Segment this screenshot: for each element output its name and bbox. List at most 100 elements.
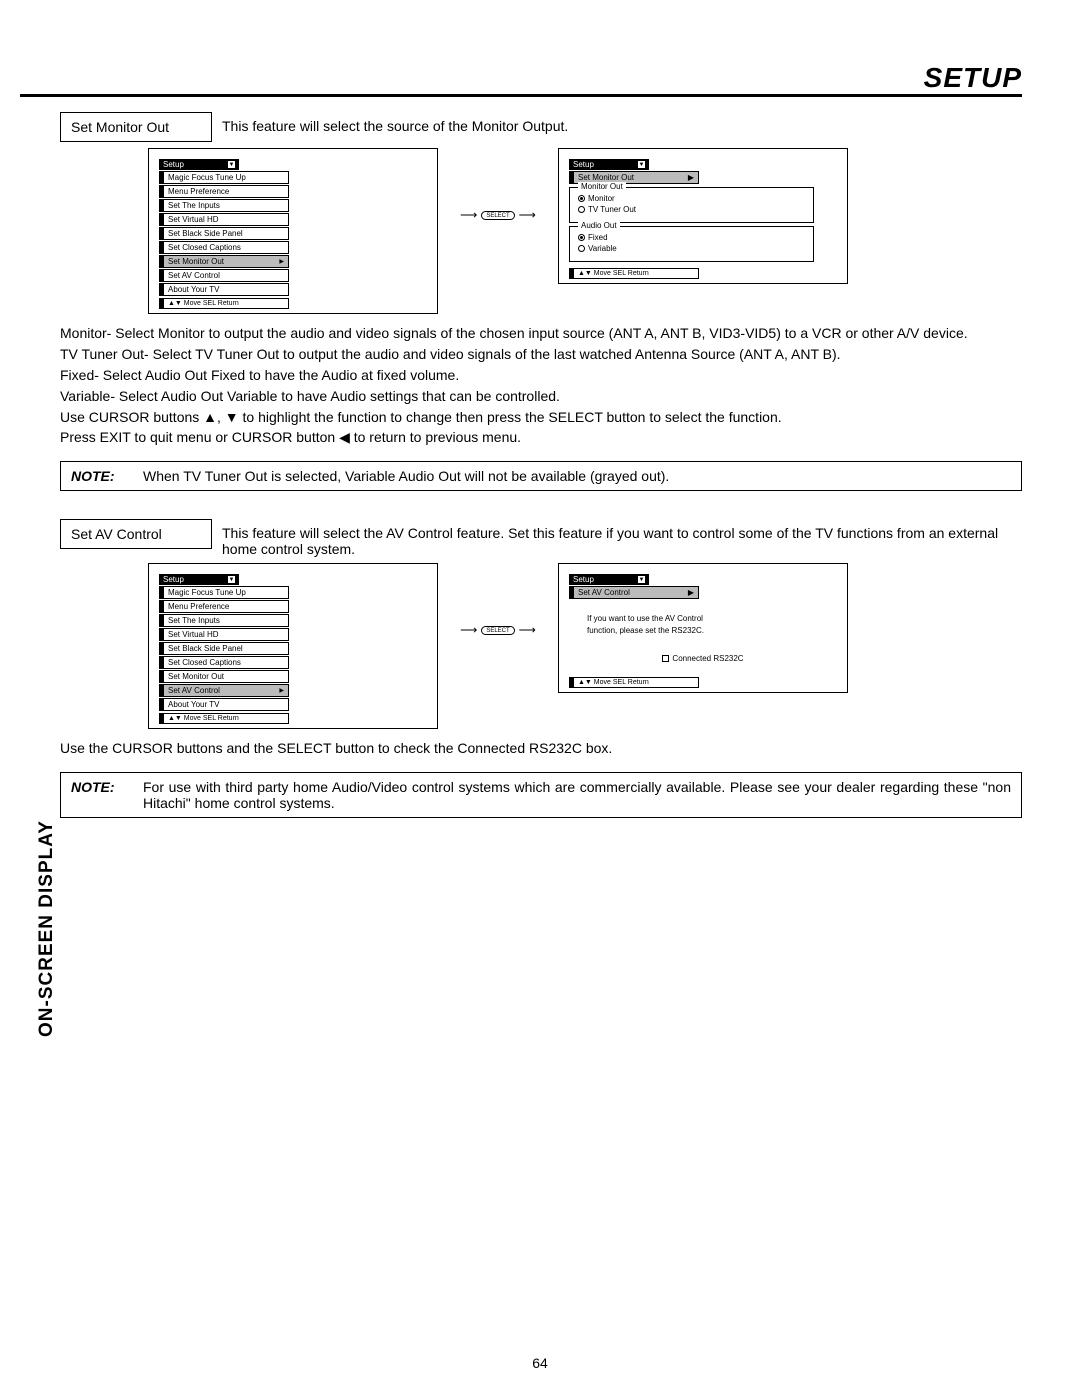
osd-right-2: Setup ▼ Set AV Control ▶ If you want to … <box>558 563 848 692</box>
radio-monitor: Monitor <box>578 194 807 203</box>
osd-items-2l: Magic Focus Tune UpMenu PreferenceSet Th… <box>159 586 427 711</box>
osd-title-1l: Setup ▼ <box>159 159 239 170</box>
group-label: Monitor Out <box>578 182 626 191</box>
osd-menu-item: Set Closed Captions <box>159 656 289 669</box>
osd-subtitle-2r: Set AV Control ▶ <box>569 586 699 599</box>
down-arrow-icon: ▼ <box>228 576 235 583</box>
checkbox-line: Connected RS232C <box>569 654 837 663</box>
osd-menu-item: Set The Inputs <box>159 614 289 627</box>
note-label: NOTE: <box>71 779 143 811</box>
radio-icon <box>578 206 585 213</box>
p: Use the CURSOR buttons and the SELECT bu… <box>60 739 1022 758</box>
osd-menu-item: Set Monitor Out <box>159 670 289 683</box>
osd-footer-1r: ▲▼ Move SEL Return <box>569 268 699 279</box>
osd-info: If you want to use the AV Control functi… <box>587 613 837 635</box>
connector-1: ⟶ SELECT ⟶ <box>438 148 558 222</box>
radio-icon <box>578 245 585 252</box>
radio-icon <box>578 195 585 202</box>
down-arrow-icon: ▼ <box>638 576 645 583</box>
note-label: NOTE: <box>71 468 143 484</box>
osd-title-2l: Setup ▼ <box>159 574 239 585</box>
radio-fixed: Fixed <box>578 233 807 242</box>
osd-title-text: Setup <box>573 160 594 169</box>
side-tab: ON-SCREEN DISPLAY <box>34 818 60 1040</box>
feature-label-1: Set Monitor Out <box>60 112 212 142</box>
osd-left-1: Setup ▼ Magic Focus Tune UpMenu Preferen… <box>148 148 438 314</box>
radio-label: Variable <box>588 244 617 253</box>
osd-menu-item: Set Virtual HD <box>159 213 289 226</box>
osd-items-1l: Magic Focus Tune UpMenu PreferenceSet Th… <box>159 171 427 296</box>
osd-menu-item: Set Black Side Panel <box>159 227 289 240</box>
arrow-right-icon: ⟶ <box>519 208 536 222</box>
group-audio-out: Audio Out Fixed Variable <box>569 226 814 262</box>
down-arrow-icon: ▼ <box>638 161 645 168</box>
osd-menu-item: Menu Preference <box>159 185 289 198</box>
page-title: SETUP <box>924 62 1022 94</box>
feature-row-2: Set AV Control This feature will select … <box>60 519 1022 557</box>
osd-title-text: Setup <box>573 575 594 584</box>
osd-subtitle-text: Set AV Control <box>578 588 630 597</box>
group-label: Audio Out <box>578 221 620 230</box>
osd-menu-item: Magic Focus Tune Up <box>159 171 289 184</box>
diagram-row-2: Setup ▼ Magic Focus Tune UpMenu Preferen… <box>148 563 1022 729</box>
select-button-label: SELECT <box>481 211 514 220</box>
checkbox-icon <box>662 655 669 662</box>
osd-menu-item: Magic Focus Tune Up <box>159 586 289 599</box>
right-arrow-icon: ▶ <box>279 258 284 265</box>
feature-desc-1: This feature will select the source of t… <box>222 112 1022 134</box>
osd-footer-2r: ▲▼ Move SEL Return <box>569 677 699 688</box>
right-arrow-icon: ▶ <box>279 687 284 694</box>
select-button-label: SELECT <box>481 626 514 635</box>
osd-footer-1l: ▲▼ Move SEL Return <box>159 298 289 309</box>
page-number: 64 <box>0 1355 1080 1371</box>
right-arrow-icon: ▶ <box>688 173 694 182</box>
osd-menu-item: Set Black Side Panel <box>159 642 289 655</box>
p: Fixed- Select Audio Out Fixed to have th… <box>60 366 1022 385</box>
osd-subtitle-text: Set Monitor Out <box>578 173 634 182</box>
p: Press EXIT to quit menu or CURSOR button… <box>60 428 1022 447</box>
arrow-right-icon: ⟶ <box>460 623 477 637</box>
checkbox-label: Connected RS232C <box>672 654 743 663</box>
group-monitor-out: Monitor Out Monitor TV Tuner Out <box>569 187 814 223</box>
osd-menu-item: Menu Preference <box>159 600 289 613</box>
p: Variable- Select Audio Out Variable to h… <box>60 387 1022 406</box>
down-arrow-icon: ▼ <box>228 161 235 168</box>
feature-desc-2: This feature will select the AV Control … <box>222 519 1022 557</box>
osd-menu-item: Set Closed Captions <box>159 241 289 254</box>
info-line: If you want to use the AV Control <box>587 613 837 624</box>
osd-menu-item: Set Virtual HD <box>159 628 289 641</box>
osd-menu-item: Set AV Control▶ <box>159 684 289 697</box>
radio-label: TV Tuner Out <box>588 205 636 214</box>
content: Set Monitor Out This feature will select… <box>60 112 1022 818</box>
p: Monitor- Select Monitor to output the au… <box>60 324 1022 343</box>
radio-label: Fixed <box>588 233 608 242</box>
right-arrow-icon: ▶ <box>688 588 694 597</box>
connector-2: ⟶ SELECT ⟶ <box>438 563 558 637</box>
osd-menu-item: About Your TV <box>159 698 289 711</box>
osd-title-2r: Setup ▼ <box>569 574 649 585</box>
diagram-row-1: Setup ▼ Magic Focus Tune UpMenu Preferen… <box>148 148 1022 314</box>
arrow-right-icon: ⟶ <box>460 208 477 222</box>
osd-footer-2l: ▲▼ Move SEL Return <box>159 713 289 724</box>
osd-title-text: Setup <box>163 160 184 169</box>
radio-label: Monitor <box>588 194 615 203</box>
info-line: function, please set the RS232C. <box>587 625 837 636</box>
osd-menu-item: Set Monitor Out▶ <box>159 255 289 268</box>
osd-left-2: Setup ▼ Magic Focus Tune UpMenu Preferen… <box>148 563 438 729</box>
p: TV Tuner Out- Select TV Tuner Out to out… <box>60 345 1022 364</box>
note-text: When TV Tuner Out is selected, Variable … <box>143 468 1011 484</box>
osd-title-text: Setup <box>163 575 184 584</box>
osd-right-1: Setup ▼ Set Monitor Out ▶ Monitor Out Mo… <box>558 148 848 284</box>
osd-menu-item: Set The Inputs <box>159 199 289 212</box>
radio-tvtuner: TV Tuner Out <box>578 205 807 214</box>
note-box-2: NOTE: For use with third party home Audi… <box>60 772 1022 818</box>
osd-menu-item: Set AV Control <box>159 269 289 282</box>
feature-label-2: Set AV Control <box>60 519 212 549</box>
radio-icon <box>578 234 585 241</box>
feature-row-1: Set Monitor Out This feature will select… <box>60 112 1022 142</box>
p: Use CURSOR buttons ▲, ▼ to highlight the… <box>60 408 1022 427</box>
radio-variable: Variable <box>578 244 807 253</box>
body-text-2: Use the CURSOR buttons and the SELECT bu… <box>60 739 1022 758</box>
arrow-right-icon: ⟶ <box>519 623 536 637</box>
title-rule <box>20 94 1022 97</box>
